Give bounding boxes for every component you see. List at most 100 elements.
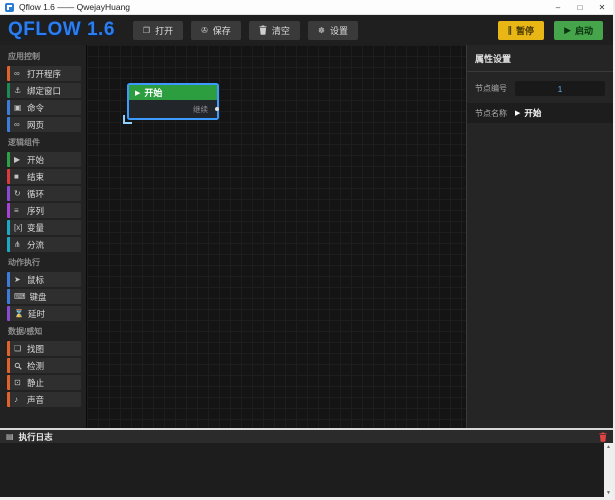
link-icon: ∞ (14, 120, 23, 129)
play-icon: ▶ (135, 89, 140, 97)
log-title: 执行日志 (19, 431, 53, 443)
variable-icon: [x] (14, 223, 23, 232)
sidebar-item-label: 找图 (27, 343, 44, 355)
toolbar-button-label: 打开 (155, 24, 173, 37)
sidebar-item-variable[interactable]: [x] 变量 (7, 220, 81, 235)
pause-icon: ∥ (508, 25, 513, 36)
sidebar-item-link[interactable]: ∞网页 (7, 117, 81, 132)
minimize-button[interactable]: – (547, 0, 569, 14)
sidebar: 应用控制∞打开程序⚓绑定窗口▣命令∞网页逻辑组件▶开始■结束↻循环≡序列[x]变… (0, 45, 86, 428)
sidebar-item-stop-box[interactable]: ■ 结束 (7, 169, 81, 184)
sound-icon: ♪ (14, 395, 23, 404)
sidebar-item-label: 延时 (28, 308, 45, 320)
play-icon: ▶ (564, 25, 571, 36)
flow-canvas[interactable]: ▶ 开始 继续 (86, 45, 466, 428)
sidebar-item-anchor[interactable]: ⚓ 绑定窗口 (7, 83, 81, 98)
toolbar-button-open-folder[interactable]: ❐ 打开 (133, 21, 183, 40)
sidebar-item-terminal[interactable]: ▣ 命令 (7, 100, 81, 115)
start-node-header[interactable]: ▶ 开始 (129, 85, 217, 100)
app-logo: QFLOW 1.6 (8, 19, 115, 41)
node-name-row: 节点名称 ▶ 开始 (467, 103, 613, 123)
play-icon: ▶ (515, 109, 520, 117)
start-label: 启动 (575, 24, 593, 37)
toolbar-buttons: ❐ 打开 ✇保存 清空 ☸设置 (133, 21, 358, 40)
toolbar-button-save[interactable]: ✇保存 (191, 21, 241, 40)
continue-port-dot[interactable] (215, 107, 219, 111)
sidebar-item-label: 序列 (27, 205, 44, 217)
sidebar-item-label: 分流 (27, 239, 44, 251)
app-window: Qflow 1.6 —— QwejayHuang – □ ✕ QFLOW 1.6… (0, 0, 615, 500)
maximize-button[interactable]: □ (569, 0, 591, 14)
sidebar-item-branch[interactable]: ⋔ 分流 (7, 237, 81, 252)
log-scrollbar[interactable]: ▲ ▼ (604, 443, 613, 497)
node-id-row: 节点编号 1 (475, 81, 605, 96)
sidebar-section-title: 应用控制 (0, 48, 86, 64)
sidebar-item-image[interactable]: ❏ 找图 (7, 341, 81, 356)
node-name-text: 开始 (524, 107, 541, 119)
anchor-icon: ⚓ (14, 86, 23, 95)
log-bar: ▤ 执行日志 (0, 428, 613, 443)
start-node-body[interactable]: 继续 (129, 100, 217, 118)
sidebar-item-keyboard[interactable]: ⌨键盘 (7, 289, 81, 304)
node-id-input[interactable]: 1 (515, 81, 605, 96)
continue-port-label: 继续 (193, 104, 208, 115)
close-button[interactable]: ✕ (591, 0, 613, 14)
sidebar-item-label: 循环 (27, 188, 44, 200)
terminal-icon: ▣ (14, 103, 23, 112)
start-button[interactable]: ▶ 启动 (554, 21, 603, 40)
start-node[interactable]: ▶ 开始 继续 (129, 85, 217, 118)
play-box-icon: ▶ (14, 155, 23, 164)
sidebar-item-list[interactable]: ≡ 序列 (7, 203, 81, 218)
branch-icon: ⋔ (14, 240, 23, 249)
sidebar-item-label: 静止 (27, 377, 44, 389)
sidebar-item-hourglass[interactable]: ⌛延时 (7, 306, 81, 321)
sidebar-item-link[interactable]: ∞打开程序 (7, 66, 81, 81)
titlebar: Qflow 1.6 —— QwejayHuang – □ ✕ (0, 0, 613, 15)
window-title: Qflow 1.6 —— QwejayHuang (19, 2, 130, 12)
sidebar-item-label: 开始 (27, 154, 44, 166)
gear-icon: ☸ (318, 26, 325, 35)
log-content: ▲ ▼ (0, 443, 613, 497)
sidebar-item-loop[interactable]: ↻ 循环 (7, 186, 81, 201)
toolbar-button-label: 保存 (213, 24, 231, 37)
sidebar-item-sound[interactable]: ♪ 声音 (7, 392, 81, 407)
pause-button[interactable]: ∥ 暂停 (498, 21, 545, 40)
sidebar-item-label: 检测 (27, 360, 44, 372)
sidebar-item-label: 命令 (27, 102, 44, 114)
open-folder-icon: ❐ (143, 26, 150, 35)
window-controls: – □ ✕ (547, 0, 613, 14)
sidebar-item-label: 变量 (27, 222, 44, 234)
sidebar-item-still[interactable]: ⊡ 静止 (7, 375, 81, 390)
image-icon: ❏ (14, 344, 23, 353)
sidebar-item-label: 键盘 (30, 291, 47, 303)
pause-label: 暂停 (516, 24, 534, 37)
still-icon: ⊡ (14, 378, 23, 387)
properties-panel: 属性设置 节点编号 1 节点名称 ▶ 开始 (466, 45, 613, 428)
stop-box-icon: ■ (14, 172, 23, 181)
cursor-icon: ➤ (14, 275, 23, 284)
toolbar-button-gear[interactable]: ☸设置 (308, 21, 358, 40)
sidebar-item-label: 绑定窗口 (27, 85, 61, 97)
sidebar-item-magnifier[interactable]: 检测 (7, 358, 81, 373)
sidebar-item-label: 声音 (27, 394, 44, 406)
properties-title: 属性设置 (467, 45, 613, 72)
toolbar-button-trash[interactable]: 清空 (249, 21, 300, 40)
toolbar-button-label: 清空 (272, 24, 290, 37)
toolbar: QFLOW 1.6 ❐ 打开 ✇保存 清空 ☸设置 ∥ 暂停 ▶ 启动 (0, 15, 613, 45)
scroll-down-icon[interactable]: ▼ (604, 489, 613, 497)
scroll-up-icon[interactable]: ▲ (604, 443, 613, 451)
app-icon (5, 3, 14, 12)
clear-log-trash-icon[interactable] (599, 432, 607, 442)
log-document-icon: ▤ (6, 432, 14, 441)
node-id-label: 节点编号 (475, 83, 507, 94)
run-controls: ∥ 暂停 ▶ 启动 (498, 21, 603, 40)
loop-icon: ↻ (14, 189, 23, 198)
main-area: 应用控制∞打开程序⚓绑定窗口▣命令∞网页逻辑组件▶开始■结束↻循环≡序列[x]变… (0, 45, 613, 428)
list-icon: ≡ (14, 206, 23, 215)
node-name-label: 节点名称 (475, 108, 507, 119)
sidebar-item-cursor[interactable]: ➤鼠标 (7, 272, 81, 287)
sidebar-item-play-box[interactable]: ▶ 开始 (7, 152, 81, 167)
magnifier-icon (14, 362, 23, 370)
sidebar-item-label: 结束 (27, 171, 44, 183)
trash-icon (259, 25, 267, 35)
